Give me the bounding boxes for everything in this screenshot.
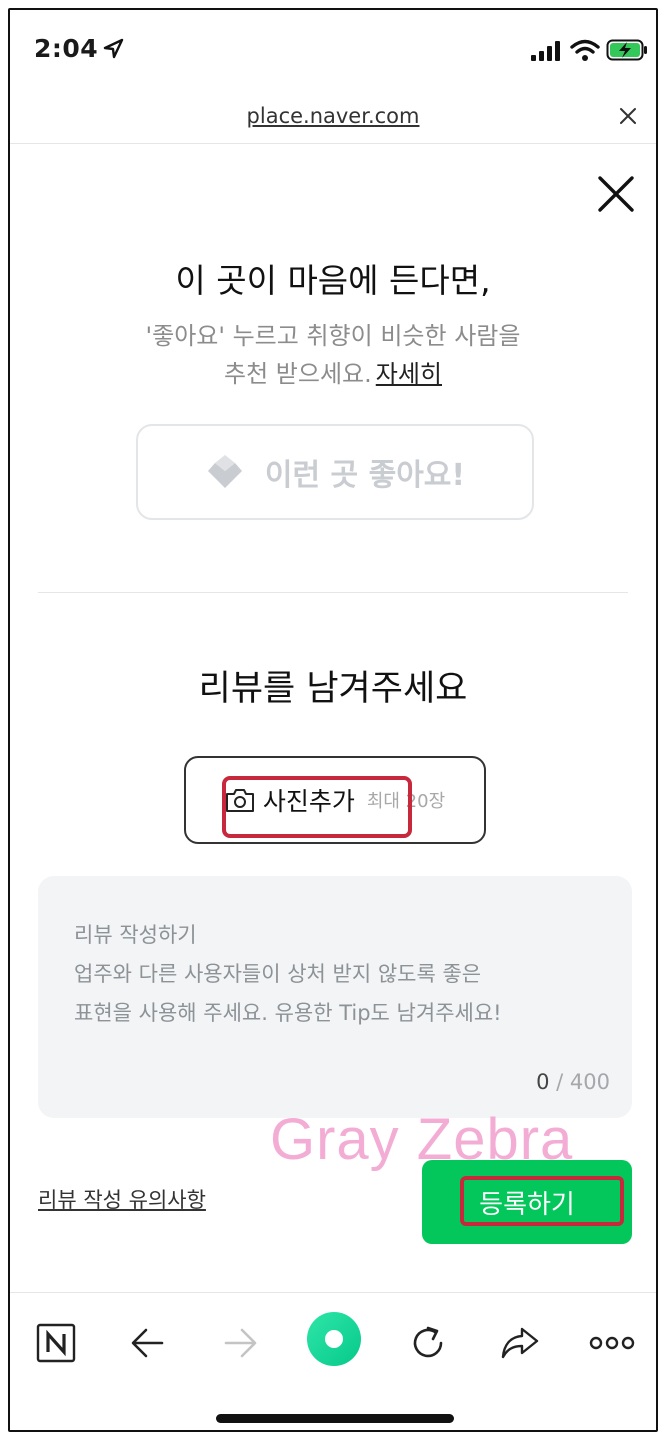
review-guidelines-link[interactable]: 리뷰 작성 유의사항 xyxy=(38,1184,206,1214)
browser-url-bar: place.naver.com xyxy=(10,90,656,144)
add-photo-limit: 최대 20장 xyxy=(366,791,446,812)
naver-home-icon[interactable] xyxy=(34,1321,78,1365)
location-arrow-icon xyxy=(103,38,124,59)
forward-arrow-icon[interactable] xyxy=(218,1321,262,1365)
share-icon[interactable] xyxy=(498,1321,542,1365)
review-textarea[interactable]: 리뷰 작성하기 업주와 다른 사용자들이 상처 받지 않도록 좋은 표현을 사용… xyxy=(38,876,632,1118)
review-placeholder-line3: 표현을 사용해 주세요. 유용한 Tip도 남겨주세요! xyxy=(74,1001,502,1025)
like-description-line2: 추천 받으세요. 자세히 xyxy=(10,354,656,389)
review-placeholder-line1: 리뷰 작성하기 xyxy=(74,923,197,947)
add-photo-label: 사진추가 xyxy=(262,787,355,816)
add-photo-button[interactable]: 사진추가 최대 20장 xyxy=(184,756,486,844)
browser-bottom-toolbar xyxy=(10,1292,656,1430)
section-divider xyxy=(38,592,628,593)
url-text[interactable]: place.naver.com xyxy=(10,104,656,128)
heart-icon xyxy=(207,455,242,488)
back-arrow-icon[interactable] xyxy=(126,1321,170,1365)
home-indicator[interactable] xyxy=(216,1414,454,1423)
like-button-label: 이런 곳 좋아요! xyxy=(264,458,466,493)
phone-screen: 2:04 place.naver.com 이 곳이 마음에 든다면, '좋아요'… xyxy=(8,8,658,1432)
signal-bars-icon xyxy=(531,41,560,61)
more-icon[interactable] xyxy=(588,1321,636,1365)
status-time: 2:04 xyxy=(34,34,99,63)
refresh-icon[interactable] xyxy=(406,1321,450,1365)
submit-review-button[interactable]: 등록하기 xyxy=(422,1160,632,1244)
more-info-link[interactable]: 자세히 xyxy=(376,360,442,388)
character-count-current: 0 xyxy=(536,1070,550,1094)
character-counter: 0 / 400 xyxy=(536,1070,610,1094)
dialog-close-icon[interactable] xyxy=(596,174,636,214)
green-dot-icon[interactable] xyxy=(306,1311,362,1367)
status-bar: 2:04 xyxy=(10,10,656,90)
wifi-icon xyxy=(570,39,600,61)
battery-charging-icon xyxy=(606,39,647,61)
like-description-line1: '좋아요' 누르고 취향이 비슷한 사람을 xyxy=(145,322,521,350)
like-place-button[interactable]: 이런 곳 좋아요! xyxy=(136,424,534,520)
like-description-text: 추천 받으세요. xyxy=(224,360,372,388)
review-placeholder-line2: 업주와 다른 사용자들이 상처 받지 않도록 좋은 xyxy=(74,962,482,986)
close-icon[interactable] xyxy=(618,106,638,126)
submit-button-label: 등록하기 xyxy=(479,1189,575,1220)
like-section-title: 이 곳이 마음에 든다면, xyxy=(175,261,491,300)
camera-icon xyxy=(225,789,254,812)
review-section-title: 리뷰를 남겨주세요 xyxy=(198,669,468,709)
character-count-max: / 400 xyxy=(556,1070,610,1094)
